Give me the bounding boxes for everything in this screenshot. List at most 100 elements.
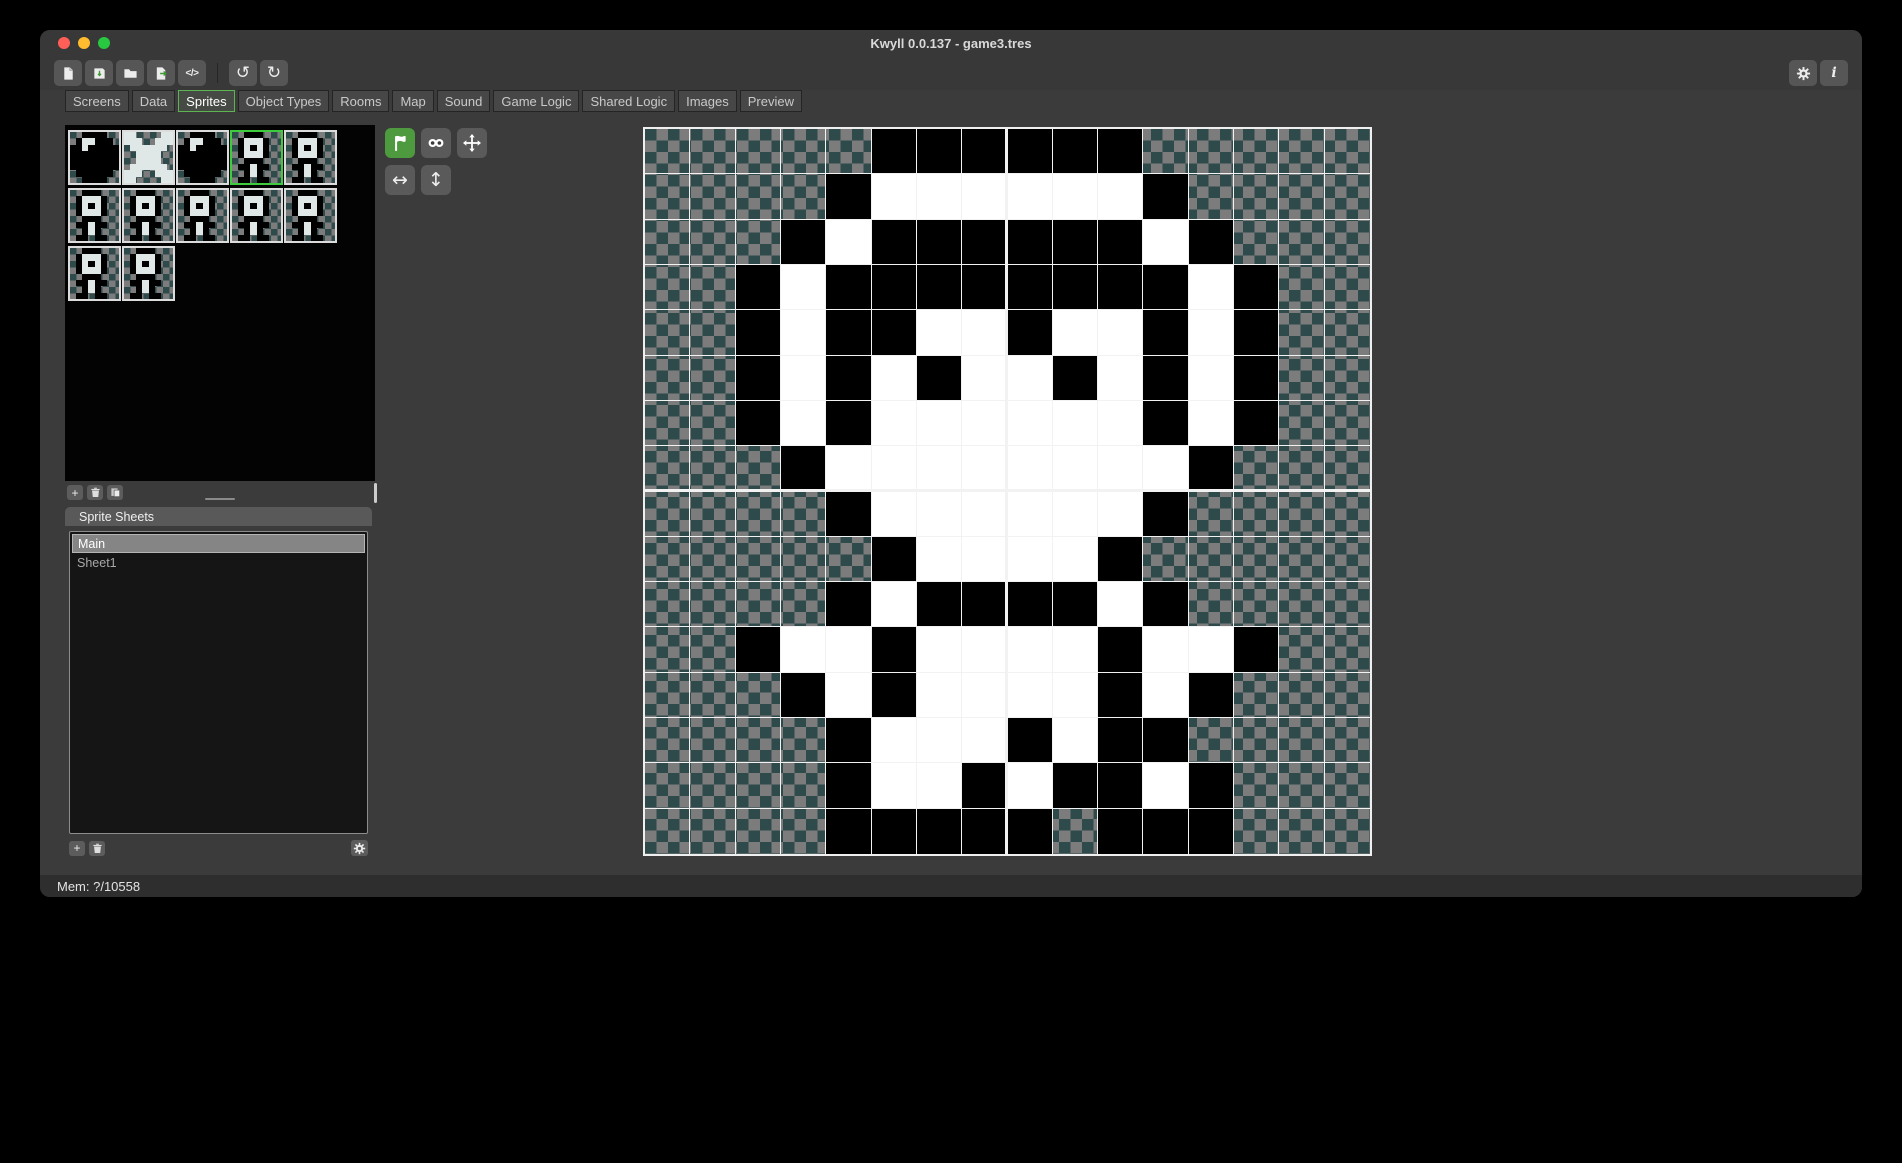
pixel-cell[interactable] <box>645 492 690 537</box>
pixel-cell[interactable] <box>917 627 962 672</box>
pixel-cell[interactable] <box>1143 356 1188 401</box>
sprite-thumbnail-monkey[interactable] <box>68 188 121 243</box>
pixel-cell[interactable] <box>645 582 690 627</box>
pixel-cell[interactable] <box>781 718 826 763</box>
pixel-cell[interactable] <box>690 310 735 355</box>
pixel-cell[interactable] <box>736 310 781 355</box>
select-tool-button[interactable] <box>421 128 451 158</box>
pixel-cell[interactable] <box>872 356 917 401</box>
pixel-cell[interactable] <box>1053 174 1098 219</box>
sheet-item-sheet1[interactable]: Sheet1 <box>72 553 365 572</box>
export-button[interactable] <box>147 60 175 86</box>
pixel-cell[interactable] <box>917 174 962 219</box>
pixel-cell[interactable] <box>1053 401 1098 446</box>
pixel-cell[interactable] <box>962 537 1007 582</box>
sprite-thumbnail-monkey[interactable] <box>284 188 337 243</box>
pixel-cell[interactable] <box>1325 627 1370 672</box>
pixel-cell[interactable] <box>1098 129 1143 174</box>
sheet-settings-button[interactable] <box>351 840 368 856</box>
pixel-cell[interactable] <box>690 673 735 718</box>
pixel-cell[interactable] <box>872 627 917 672</box>
pixel-cell[interactable] <box>690 265 735 310</box>
pixel-cell[interactable] <box>1279 129 1324 174</box>
pixel-cell[interactable] <box>1189 174 1234 219</box>
pixel-cell[interactable] <box>1325 673 1370 718</box>
pixel-cell[interactable] <box>872 174 917 219</box>
pixel-cell[interactable] <box>1098 809 1143 854</box>
pixel-cell[interactable] <box>781 809 826 854</box>
pixel-cell[interactable] <box>872 809 917 854</box>
pixel-cell[interactable] <box>1325 310 1370 355</box>
pixel-cell[interactable] <box>1279 627 1324 672</box>
draw-tool-button[interactable] <box>385 128 415 158</box>
pixel-cell[interactable] <box>1325 401 1370 446</box>
sprite-thumbnail-monkey[interactable] <box>176 188 229 243</box>
pixel-cell[interactable] <box>826 718 871 763</box>
pixel-cell[interactable] <box>1279 809 1324 854</box>
pixel-cell[interactable] <box>1143 401 1188 446</box>
pixel-cell[interactable] <box>1325 129 1370 174</box>
pixel-cell[interactable] <box>1143 129 1188 174</box>
pixel-cell[interactable] <box>1098 718 1143 763</box>
pixel-cell[interactable] <box>690 718 735 763</box>
pixel-cell[interactable] <box>781 763 826 808</box>
tab-game-logic[interactable]: Game Logic <box>493 90 579 112</box>
pixel-cell[interactable] <box>1008 763 1053 808</box>
pixel-cell[interactable] <box>1325 356 1370 401</box>
pixel-cell[interactable] <box>826 356 871 401</box>
pixel-cell[interactable] <box>1325 492 1370 537</box>
tab-sound[interactable]: Sound <box>437 90 491 112</box>
pixel-cell[interactable] <box>917 401 962 446</box>
pixel-cell[interactable] <box>736 492 781 537</box>
pixel-cell[interactable] <box>1053 809 1098 854</box>
pixel-cell[interactable] <box>1008 673 1053 718</box>
pixel-cell[interactable] <box>690 356 735 401</box>
pixel-cell[interactable] <box>1234 446 1279 491</box>
pixel-cell[interactable] <box>962 220 1007 265</box>
pixel-cell[interactable] <box>917 220 962 265</box>
flip-vertical-tool-button[interactable]: ↕ <box>421 165 451 195</box>
pixel-cell[interactable] <box>690 763 735 808</box>
pixel-cell[interactable] <box>872 446 917 491</box>
pixel-cell[interactable] <box>1098 401 1143 446</box>
pixel-cell[interactable] <box>781 446 826 491</box>
pixel-cell[interactable] <box>962 492 1007 537</box>
open-folder-button[interactable] <box>116 60 144 86</box>
pixel-cell[interactable] <box>826 446 871 491</box>
pixel-cell[interactable] <box>917 446 962 491</box>
pixel-cell[interactable] <box>1279 446 1324 491</box>
pixel-cell[interactable] <box>1053 446 1098 491</box>
pixel-cell[interactable] <box>1053 537 1098 582</box>
pixel-cell[interactable] <box>1325 582 1370 627</box>
pixel-cell[interactable] <box>1234 174 1279 219</box>
pixel-cell[interactable] <box>645 129 690 174</box>
pixel-cell[interactable] <box>690 809 735 854</box>
pixel-cell[interactable] <box>645 401 690 446</box>
tab-map[interactable]: Map <box>392 90 433 112</box>
pixel-cell[interactable] <box>736 627 781 672</box>
pixel-cell[interactable] <box>736 356 781 401</box>
pixel-cell[interactable] <box>872 492 917 537</box>
pixel-cell[interactable] <box>1143 718 1188 763</box>
pixel-cell[interactable] <box>1008 627 1053 672</box>
pixel-cell[interactable] <box>826 401 871 446</box>
pixel-cell[interactable] <box>1279 174 1324 219</box>
tab-screens[interactable]: Screens <box>65 90 129 112</box>
pixel-cell[interactable] <box>1279 356 1324 401</box>
pixel-cell[interactable] <box>1279 220 1324 265</box>
pixel-cell[interactable] <box>826 129 871 174</box>
add-sheet-button[interactable]: + <box>69 841 85 856</box>
pixel-cell[interactable] <box>1279 537 1324 582</box>
pixel-cell[interactable] <box>962 718 1007 763</box>
pixel-cell[interactable] <box>690 446 735 491</box>
tab-object-types[interactable]: Object Types <box>238 90 330 112</box>
pixel-cell[interactable] <box>1234 763 1279 808</box>
sheet-item-main[interactable]: Main <box>72 534 365 553</box>
pixel-cell[interactable] <box>736 673 781 718</box>
sprite-thumbnail-ball[interactable] <box>68 130 121 185</box>
pixel-cell[interactable] <box>1234 356 1279 401</box>
pixel-cell[interactable] <box>781 310 826 355</box>
pixel-cell[interactable] <box>1234 265 1279 310</box>
pixel-cell[interactable] <box>826 673 871 718</box>
pixel-cell[interactable] <box>962 763 1007 808</box>
